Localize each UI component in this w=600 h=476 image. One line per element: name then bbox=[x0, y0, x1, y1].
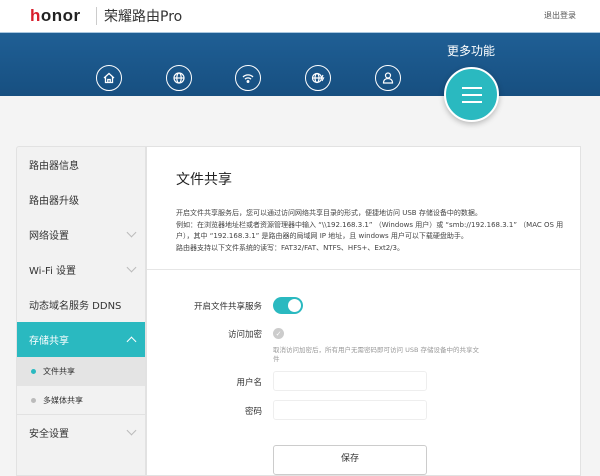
sidebar-item-label: 多媒体共享 bbox=[43, 395, 83, 405]
sidebar-item-label: 动态域名服务 DDNS bbox=[29, 301, 122, 312]
sidebar: 路由器信息 路由器升级 网络设置 Wi-Fi 设置 动态域名服务 DDNS 存储… bbox=[16, 146, 146, 476]
logout-link[interactable]: 退出登录 bbox=[544, 10, 576, 21]
page-title: 文件共享 bbox=[176, 172, 232, 188]
bullet-icon bbox=[31, 369, 36, 374]
access-encryption-label: 访问加密 bbox=[227, 330, 262, 340]
divider bbox=[147, 269, 580, 270]
header: honor 荣耀路由Pro 退出登录 bbox=[0, 0, 600, 32]
sidebar-item-label: 安全设置 bbox=[29, 429, 69, 440]
encryption-hint: 取消访问加密后，所有用户无需密码即可访问 USB 存储设备中的共享文件 bbox=[273, 346, 479, 363]
user-icon[interactable] bbox=[375, 65, 401, 91]
globe-icon[interactable] bbox=[166, 65, 192, 91]
username-label: 用户名 bbox=[236, 378, 262, 388]
wifi-icon[interactable] bbox=[235, 65, 261, 91]
description-line: 开启文件共享服务后，您可以通过访问网络共享目录的形式，便捷地访问 USB 存储设… bbox=[176, 209, 482, 217]
enable-sharing-label: 开启文件共享服务 bbox=[193, 302, 262, 312]
bullet-icon bbox=[31, 397, 36, 403]
more-features-label: 更多功能 bbox=[447, 44, 496, 58]
sidebar-item-router-upgrade[interactable]: 路由器升级 bbox=[17, 182, 145, 217]
chevron-up-icon bbox=[126, 336, 137, 347]
sidebar-item-network[interactable]: 网络设置 bbox=[17, 217, 145, 252]
main-panel: 文件共享 开启文件共享服务后，您可以通过访问网络共享目录的形式，便捷地访问 US… bbox=[146, 146, 581, 476]
description: 开启文件共享服务后，您可以通过访问网络共享目录的形式，便捷地访问 USB 存储设… bbox=[176, 208, 576, 254]
sidebar-item-label: 路由器信息 bbox=[29, 161, 79, 172]
sidebar-item-security[interactable]: 安全设置 bbox=[17, 415, 145, 450]
sidebar-item-label: 路由器升级 bbox=[29, 196, 79, 207]
password-label: 密码 bbox=[244, 407, 262, 417]
sidebar-item-label: 网络设置 bbox=[29, 231, 69, 242]
sidebar-item-storage[interactable]: 存储共享 bbox=[17, 322, 145, 357]
username-input[interactable] bbox=[273, 371, 427, 391]
divider bbox=[96, 7, 97, 25]
password-input[interactable] bbox=[273, 400, 427, 420]
description-line: 路由器支持以下文件系统的读写：FAT32/FAT、NTFS、HFS+、Ext2/… bbox=[176, 243, 404, 252]
honor-logo: honor bbox=[30, 6, 81, 25]
sidebar-item-label: 存储共享 bbox=[29, 336, 69, 347]
enable-sharing-toggle[interactable] bbox=[273, 297, 303, 314]
chevron-down-icon bbox=[126, 262, 137, 273]
sidebar-item-label: Wi-Fi 设置 bbox=[29, 266, 77, 277]
globe-speed-icon[interactable] bbox=[305, 65, 331, 91]
save-button[interactable]: 保存 bbox=[273, 445, 427, 475]
sidebar-subitem-media-sharing[interactable]: 多媒体共享 bbox=[17, 386, 145, 415]
chevron-down-icon bbox=[126, 227, 137, 238]
sidebar-item-router-info[interactable]: 路由器信息 bbox=[17, 147, 145, 182]
access-encryption-checkbox[interactable]: ✓ bbox=[273, 328, 284, 339]
sidebar-item-ddns[interactable]: 动态域名服务 DDNS bbox=[17, 287, 145, 322]
app-title: 荣耀路由Pro bbox=[104, 9, 183, 25]
home-icon[interactable] bbox=[96, 65, 122, 91]
chevron-down-icon bbox=[126, 425, 137, 436]
sidebar-item-label: 文件共享 bbox=[43, 367, 75, 376]
sidebar-item-wifi[interactable]: Wi-Fi 设置 bbox=[17, 252, 145, 287]
nav-band bbox=[0, 32, 600, 96]
sidebar-subitem-file-sharing[interactable]: 文件共享 bbox=[17, 357, 145, 386]
description-line: 例如：在浏览器地址栏或者资源管理器中输入 “\\192.168.3.1” （Wi… bbox=[176, 220, 564, 241]
more-features-menu-button[interactable] bbox=[444, 67, 499, 122]
